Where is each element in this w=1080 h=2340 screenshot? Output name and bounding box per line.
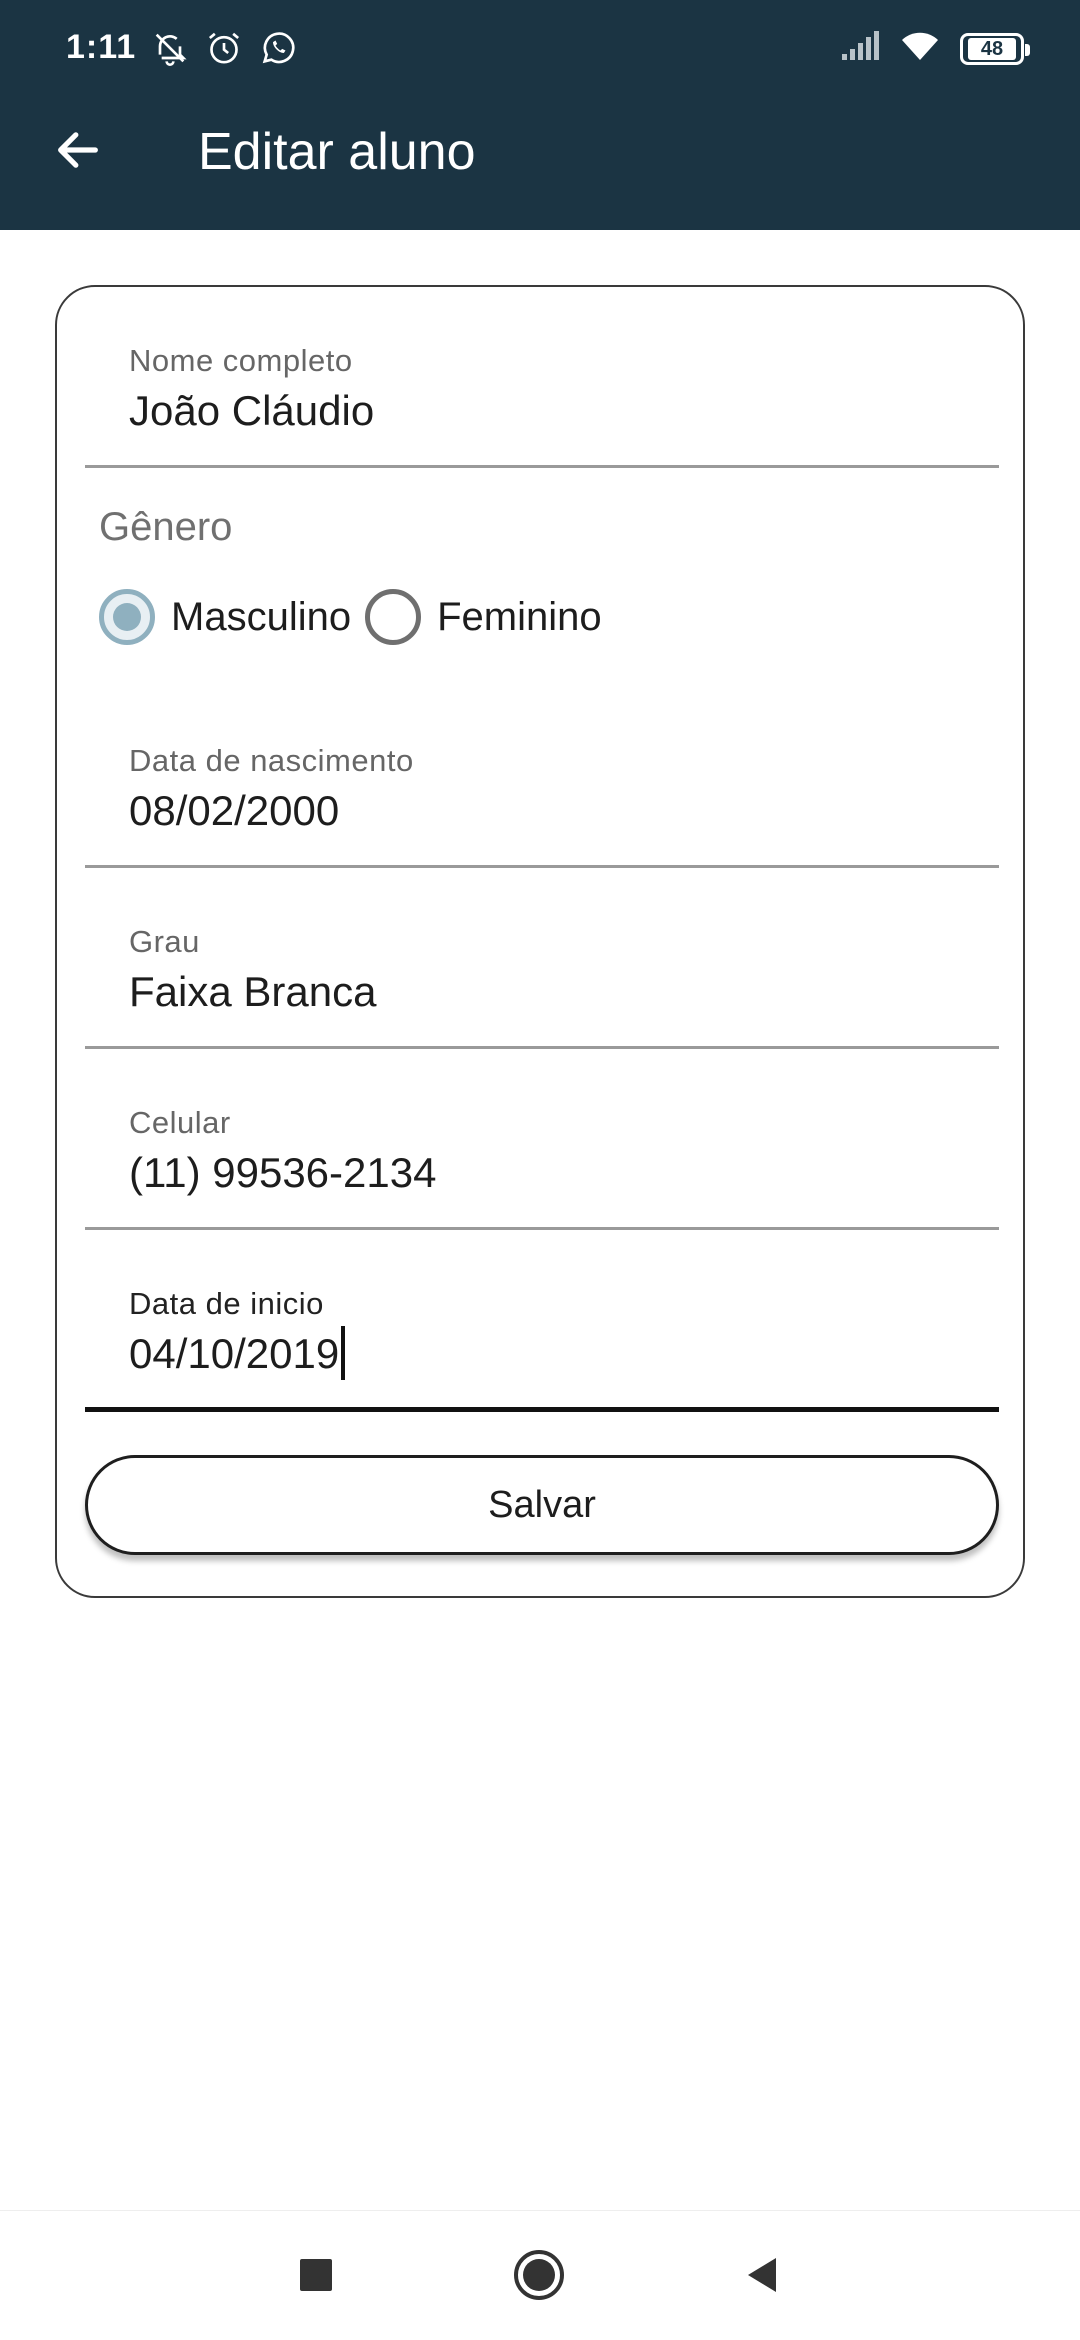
rank-field[interactable]: Grau Faixa Branca xyxy=(85,868,999,1049)
whatsapp-icon xyxy=(258,28,298,73)
nav-back-button[interactable] xyxy=(730,2245,794,2309)
radio-masculino[interactable]: Masculino xyxy=(99,589,351,645)
rank-value: Faixa Branca xyxy=(129,968,377,1015)
start-date-input: 04/10/2019 xyxy=(129,1326,346,1384)
recents-square-icon xyxy=(299,2258,333,2297)
battery-icon: 48 xyxy=(960,32,1030,65)
home-circle-icon xyxy=(512,2248,566,2307)
page-title: Editar aluno xyxy=(198,123,476,181)
system-nav-bar xyxy=(0,2210,1080,2340)
rank-label: Grau xyxy=(129,924,200,959)
notification-icons xyxy=(150,28,298,73)
birth-date-label: Data de nascimento xyxy=(129,743,414,778)
phone-label: Celular xyxy=(129,1105,231,1140)
system-icons: 48 xyxy=(840,30,1030,67)
arrow-left-icon xyxy=(52,124,104,181)
status-time: 1:11 xyxy=(66,28,137,66)
recents-button[interactable] xyxy=(284,2245,348,2309)
radio-feminino-label: Feminino xyxy=(437,594,602,639)
full-name-label: Nome completo xyxy=(129,343,353,378)
phone-value: (11) 99536-2134 xyxy=(129,1149,437,1196)
bell-muted-icon xyxy=(150,28,190,73)
radio-selected-icon xyxy=(99,589,155,645)
start-date-value: 04/10/2019 xyxy=(129,1330,340,1378)
radio-feminino[interactable]: Feminino xyxy=(365,589,602,645)
edit-student-form: Nome completo João Cláudio Gênero Mascul… xyxy=(55,285,1025,1598)
birth-date-value: 08/02/2000 xyxy=(129,787,340,834)
save-button[interactable]: Salvar xyxy=(85,1455,999,1555)
back-triangle-icon xyxy=(742,2255,782,2300)
back-button[interactable] xyxy=(44,118,112,186)
radio-dot xyxy=(113,603,141,631)
text-cursor xyxy=(341,1326,346,1380)
toolbar: Editar aluno xyxy=(0,96,1080,230)
app-bar: 1:11 48 Editar aluno xyxy=(0,0,1080,230)
alarm-icon xyxy=(204,28,244,73)
radio-masculino-label: Masculino xyxy=(171,594,352,639)
start-date-field[interactable]: Data de inicio 04/10/2019 xyxy=(85,1230,999,1412)
birth-date-field[interactable]: Data de nascimento 08/02/2000 xyxy=(85,687,999,868)
gender-label: Gênero xyxy=(99,505,233,549)
home-button[interactable] xyxy=(507,2245,571,2309)
gender-radio-group: Masculino Feminino xyxy=(99,589,616,645)
status-bar: 1:11 48 xyxy=(0,0,1080,96)
signal-icon xyxy=(840,30,880,67)
battery-level: 48 xyxy=(968,37,1016,60)
phone-field[interactable]: Celular (11) 99536-2134 xyxy=(85,1049,999,1230)
radio-unselected-icon xyxy=(365,589,422,645)
wifi-icon xyxy=(900,30,940,67)
start-date-label: Data de inicio xyxy=(129,1286,324,1321)
full-name-value: João Cláudio xyxy=(129,387,375,434)
full-name-field[interactable]: Nome completo João Cláudio xyxy=(85,287,999,468)
